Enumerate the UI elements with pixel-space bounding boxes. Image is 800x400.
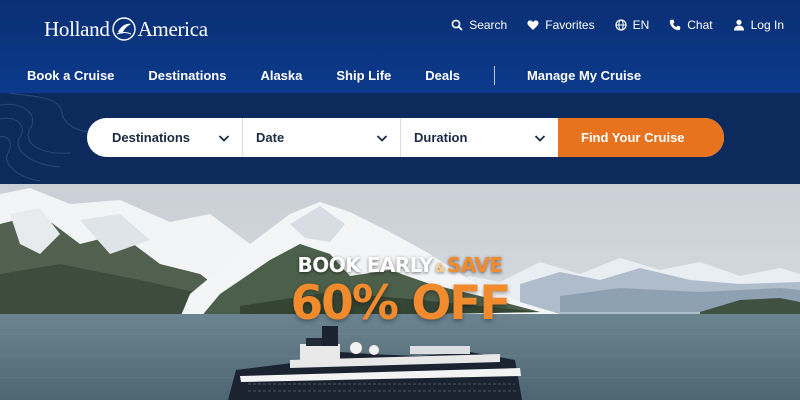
date-label: Date	[256, 130, 285, 145]
nav-deals[interactable]: Deals	[425, 68, 460, 83]
find-your-cruise-button[interactable]: Find Your Cruise	[558, 118, 724, 157]
promo-overlay: BOOK EARLY & SAVE 60% OFF	[0, 253, 800, 329]
nav-divider	[493, 66, 495, 85]
utility-login[interactable]: Log In	[733, 18, 784, 32]
heart-icon	[527, 20, 539, 30]
utility-nav: Search Favorites EN Chat Log In	[451, 18, 784, 32]
nav-alaska[interactable]: Alaska	[260, 68, 302, 83]
utility-search-label: Search	[469, 18, 508, 32]
nav-ship-life[interactable]: Ship Life	[336, 68, 391, 83]
utility-language[interactable]: EN	[614, 18, 650, 32]
utility-chat-label: Chat	[687, 18, 713, 32]
date-dropdown[interactable]: Date	[243, 118, 401, 157]
site-header: Holland America Search Favorites EN Chat…	[0, 0, 800, 93]
utility-search[interactable]: Search	[451, 18, 507, 32]
nav-manage-my-cruise[interactable]: Manage My Cruise	[527, 68, 641, 83]
search-icon	[451, 19, 463, 31]
logo-wordmark-right: America	[137, 16, 209, 41]
chevron-down-icon	[218, 134, 230, 142]
utility-favorites-label: Favorites	[545, 18, 595, 32]
holland-america-logo[interactable]: Holland America	[44, 14, 208, 44]
chevron-down-icon	[534, 134, 546, 142]
promo-save: SAVE	[446, 253, 503, 277]
promo-headline: BOOK EARLY & SAVE	[0, 253, 800, 277]
utility-favorites[interactable]: Favorites	[527, 18, 595, 32]
utility-chat[interactable]: Chat	[669, 18, 713, 32]
utility-language-label: EN	[632, 18, 650, 32]
destinations-dropdown[interactable]: Destinations	[87, 118, 243, 157]
logo-seal-icon	[111, 17, 136, 41]
promo-book-early: BOOK EARLY	[297, 253, 433, 277]
chevron-down-icon	[376, 134, 388, 142]
user-icon	[733, 19, 744, 31]
cruise-search-band: Destinations Date Duration Find Your Cru…	[0, 93, 800, 184]
cruise-search-bar: Destinations Date Duration Find Your Cru…	[87, 118, 724, 157]
destinations-label: Destinations	[112, 130, 191, 145]
main-nav: Book a Cruise Destinations Alaska Ship L…	[27, 66, 675, 85]
nav-destinations[interactable]: Destinations	[148, 68, 226, 83]
hero-banner[interactable]: BOOK EARLY & SAVE 60% OFF	[0, 184, 800, 400]
nav-book-a-cruise[interactable]: Book a Cruise	[27, 68, 114, 83]
promo-discount: 60% OFF	[290, 276, 511, 331]
duration-label: Duration	[414, 130, 468, 145]
promo-ampersand: &	[434, 261, 445, 275]
utility-login-label: Log In	[750, 18, 784, 32]
logo-wordmark-left: Holland	[44, 16, 110, 41]
duration-dropdown[interactable]: Duration	[401, 118, 558, 157]
phone-icon	[670, 19, 681, 31]
globe-icon	[614, 19, 627, 31]
topographic-pattern	[0, 93, 90, 182]
